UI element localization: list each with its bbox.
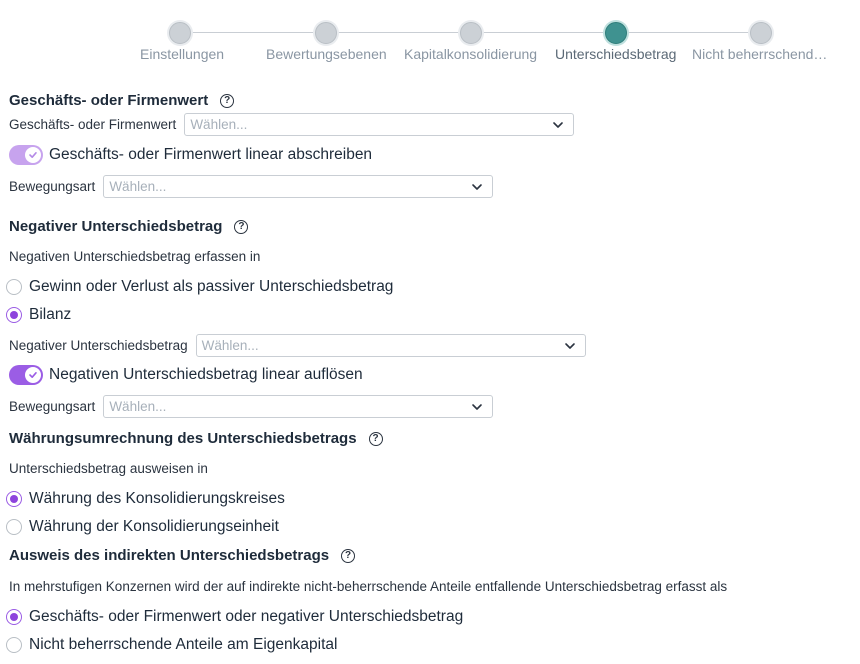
goodwill-field-label: Geschäfts- oder Firmenwert bbox=[9, 117, 177, 132]
radio-button-checked[interactable] bbox=[6, 491, 22, 507]
negative-movement-select[interactable]: Wählen... bbox=[103, 395, 494, 418]
negative-movement-row: Bewegungsart Wählen... bbox=[9, 395, 494, 418]
negative-dissolve-label: Negativen Unterschiedsbetrag linear aufl… bbox=[49, 366, 363, 383]
negative-option-profit-loss[interactable]: Gewinn oder Verlust als passiver Untersc… bbox=[6, 278, 393, 296]
goodwill-select-placeholder: Wählen... bbox=[190, 117, 248, 132]
negative-dissolve-toggle-row: Negativen Unterschiedsbetrag linear aufl… bbox=[9, 365, 363, 385]
goodwill-movement-label: Bewegungsart bbox=[9, 179, 96, 194]
step-einstellungen-dot[interactable] bbox=[169, 22, 191, 44]
step-nicht-beherrschend-label[interactable]: Nicht beherrschend… bbox=[692, 46, 827, 62]
step-bewertungsebenen-dot[interactable] bbox=[315, 22, 337, 44]
radio-label: Währung der Konsolidierungseinheit bbox=[29, 518, 279, 535]
goodwill-movement-row: Bewegungsart Wählen... bbox=[9, 175, 494, 198]
currency-section-title: Währungsumrechnung des Unterschiedsbetra… bbox=[9, 430, 383, 447]
radio-button[interactable] bbox=[6, 637, 22, 653]
goodwill-movement-placeholder: Wählen... bbox=[109, 179, 167, 194]
negative-field-row: Negativer Unterschiedsbetrag Wählen... bbox=[9, 334, 586, 357]
negative-option-balance[interactable]: Bilanz bbox=[6, 306, 71, 324]
indirect-title-text: Ausweis des indirekten Unterschiedsbetra… bbox=[9, 547, 330, 564]
step-bewertungsebenen-label[interactable]: Bewertungsebenen bbox=[266, 46, 387, 62]
step-unterschiedsbetrag-dot[interactable] bbox=[605, 22, 627, 44]
wizard-stepper: Einstellungen Bewertungsebenen Kapitalko… bbox=[0, 0, 860, 70]
radio-label: Währung des Konsolidierungskreises bbox=[29, 490, 285, 507]
negative-select-placeholder: Wählen... bbox=[201, 338, 259, 353]
indirect-option-goodwill[interactable]: Geschäfts- oder Firmenwert oder negative… bbox=[6, 608, 463, 626]
negative-intro-text: Negativen Unterschiedsbetrag erfassen in bbox=[9, 249, 261, 264]
goodwill-amortize-toggle-row: Geschäfts- oder Firmenwert linear abschr… bbox=[9, 145, 372, 165]
step-einstellungen-label[interactable]: Einstellungen bbox=[140, 46, 224, 62]
toggle-knob bbox=[25, 367, 41, 383]
chevron-down-icon bbox=[553, 122, 564, 128]
indirect-intro-text: In mehrstufigen Konzernen wird der auf i… bbox=[9, 579, 728, 594]
goodwill-movement-select[interactable]: Wählen... bbox=[103, 175, 494, 198]
radio-label: Geschäfts- oder Firmenwert oder negative… bbox=[29, 608, 464, 625]
radio-button[interactable] bbox=[6, 519, 22, 535]
negative-select[interactable]: Wählen... bbox=[195, 334, 586, 357]
chevron-down-icon bbox=[564, 343, 575, 349]
chevron-down-icon bbox=[472, 404, 483, 410]
currency-title-text: Währungsumrechnung des Unterschiedsbetra… bbox=[9, 430, 357, 447]
goodwill-section-title: Geschäfts- oder Firmenwert ? bbox=[9, 92, 235, 109]
negative-movement-placeholder: Wählen... bbox=[109, 399, 167, 414]
help-icon[interactable]: ? bbox=[220, 93, 235, 108]
indirect-section-title: Ausweis des indirekten Unterschiedsbetra… bbox=[9, 547, 356, 564]
goodwill-amortize-toggle[interactable] bbox=[9, 145, 43, 165]
step-kapitalkonsolidierung-dot[interactable] bbox=[460, 22, 482, 44]
negative-movement-label: Bewegungsart bbox=[9, 399, 96, 414]
goodwill-title-text: Geschäfts- oder Firmenwert bbox=[9, 92, 209, 109]
negative-section-title: Negativer Unterschiedsbetrag ? bbox=[9, 218, 249, 235]
goodwill-amortize-label: Geschäfts- oder Firmenwert linear abschr… bbox=[49, 146, 373, 163]
negative-title-text: Negativer Unterschiedsbetrag bbox=[9, 218, 223, 235]
step-unterschiedsbetrag-label[interactable]: Unterschiedsbetrag bbox=[555, 46, 676, 62]
step-kapitalkonsolidierung-label[interactable]: Kapitalkonsolidierung bbox=[404, 46, 537, 62]
check-icon bbox=[29, 152, 37, 158]
radio-button-checked[interactable] bbox=[6, 609, 22, 625]
chevron-down-icon bbox=[472, 184, 483, 190]
help-icon[interactable]: ? bbox=[341, 548, 356, 563]
currency-option-unit[interactable]: Währung der Konsolidierungseinheit bbox=[6, 518, 279, 536]
currency-intro-text: Unterschiedsbetrag ausweisen in bbox=[9, 461, 208, 476]
radio-label: Gewinn oder Verlust als passiver Untersc… bbox=[29, 278, 394, 295]
radio-button[interactable] bbox=[6, 279, 22, 295]
radio-label: Nicht beherrschende Anteile am Eigenkapi… bbox=[29, 636, 338, 653]
help-icon[interactable]: ? bbox=[368, 431, 383, 446]
radio-label: Bilanz bbox=[29, 306, 72, 323]
check-icon bbox=[29, 372, 37, 378]
step-nicht-beherrschend-dot[interactable] bbox=[750, 22, 772, 44]
toggle-knob bbox=[25, 147, 41, 163]
indirect-option-nci[interactable]: Nicht beherrschende Anteile am Eigenkapi… bbox=[6, 636, 337, 654]
goodwill-field-row: Geschäfts- oder Firmenwert Wählen... bbox=[9, 113, 575, 136]
negative-field-label: Negativer Unterschiedsbetrag bbox=[9, 338, 188, 353]
goodwill-select[interactable]: Wählen... bbox=[184, 113, 575, 136]
help-icon[interactable]: ? bbox=[234, 219, 249, 234]
radio-button-checked[interactable] bbox=[6, 307, 22, 323]
currency-option-group[interactable]: Währung des Konsolidierungskreises bbox=[6, 490, 285, 508]
negative-dissolve-toggle[interactable] bbox=[9, 365, 43, 385]
